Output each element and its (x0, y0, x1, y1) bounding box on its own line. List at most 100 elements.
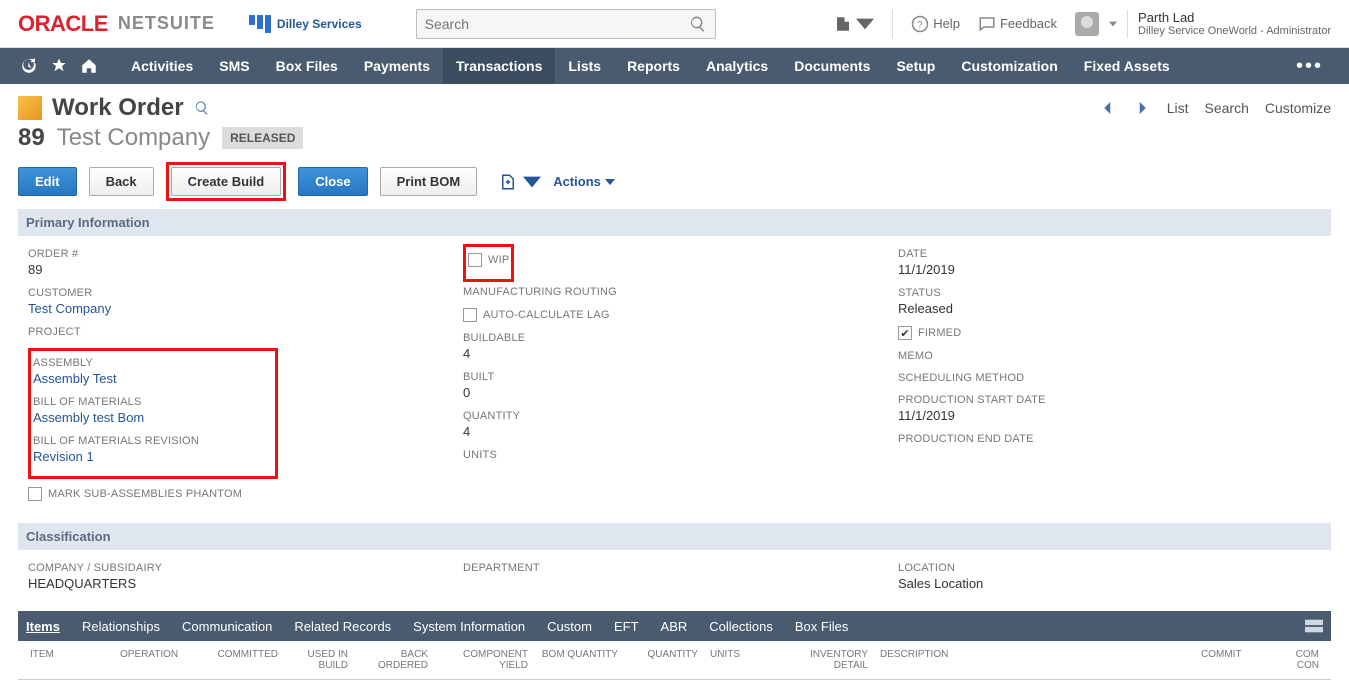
plus-page-icon (499, 173, 517, 191)
label-sched: SCHEDULING METHOD (898, 372, 1321, 384)
checkbox-phantom[interactable] (28, 487, 42, 501)
tab-items[interactable]: Items (26, 619, 60, 634)
label-assembly: ASSEMBLY (33, 357, 273, 369)
nav-reports[interactable]: Reports (614, 48, 693, 84)
nav-boxfiles[interactable]: Box Files (263, 48, 351, 84)
brand-oracle: ORACLE (18, 11, 108, 37)
nav-customization[interactable]: Customization (948, 48, 1070, 84)
label-autolag: AUTO-CALCULATE LAG (483, 309, 610, 321)
caret-down-icon (523, 173, 541, 191)
plus-page-icon (834, 15, 852, 33)
checkbox-firmed[interactable]: ✔ (898, 326, 912, 340)
nav-transactions[interactable]: Transactions (443, 48, 555, 84)
label-firmed: FIRMED (918, 327, 961, 339)
th-committed: COMMITTED (204, 649, 284, 671)
th-com-con: COM CON (1275, 649, 1325, 671)
label-buildable: BUILDABLE (463, 332, 886, 344)
label-units: UNITS (463, 449, 886, 461)
tab-system-info[interactable]: System Information (413, 619, 525, 634)
value-assembly[interactable]: Assembly Test (33, 371, 117, 386)
value-quantity: 4 (463, 424, 886, 439)
value-buildable: 4 (463, 346, 886, 361)
create-build-button[interactable]: Create Build (171, 167, 282, 196)
user-name: Parth Lad (1138, 10, 1331, 25)
actions-menu[interactable]: Actions (553, 174, 615, 189)
label-memo: MEMO (898, 350, 1321, 362)
subtabs: Items Relationships Communication Relate… (18, 611, 1331, 641)
org-logo-icon (249, 15, 271, 33)
th-used-in-build: USED IN BUILD (284, 649, 354, 671)
nav-activities[interactable]: Activities (118, 48, 206, 84)
tab-custom[interactable]: Custom (547, 619, 592, 634)
section-primary-info: Primary Information (18, 209, 1331, 236)
status-badge: RELEASED (222, 127, 303, 149)
th-inventory-detail: INVENTORY DETAIL (774, 649, 874, 671)
label-department: DEPARTMENT (463, 562, 886, 574)
label-wip: WIP (488, 254, 509, 266)
feedback-label: Feedback (1000, 16, 1057, 31)
tab-boxfiles[interactable]: Box Files (795, 619, 848, 634)
checkbox-wip[interactable] (468, 253, 482, 267)
global-search[interactable] (416, 9, 716, 39)
help-link[interactable]: ? Help (911, 15, 960, 33)
separator (892, 10, 893, 38)
label-pend: PRODUCTION END DATE (898, 433, 1321, 445)
feedback-icon (978, 15, 996, 33)
arrow-left-icon[interactable] (1099, 99, 1117, 117)
tab-collections[interactable]: Collections (709, 619, 773, 634)
label-company: COMPANY / SUBSIDAIRY (28, 562, 451, 574)
nav-fixedassets[interactable]: Fixed Assets (1071, 48, 1183, 84)
tab-abr[interactable]: ABR (661, 619, 688, 634)
nav-favorite[interactable] (44, 48, 74, 84)
nav-sms[interactable]: SMS (206, 48, 262, 84)
th-operation: OPERATION (114, 649, 204, 671)
value-built: 0 (463, 385, 886, 400)
tab-relationships[interactable]: Relationships (82, 619, 160, 634)
more-actions[interactable] (499, 173, 541, 191)
value-bom[interactable]: Assembly test Bom (33, 410, 144, 425)
customize-link[interactable]: Customize (1265, 100, 1331, 116)
create-new[interactable] (834, 15, 874, 33)
nav-setup[interactable]: Setup (883, 48, 948, 84)
nav-home[interactable] (74, 48, 104, 84)
org-switcher[interactable]: Dilley Services (249, 15, 362, 33)
label-bom: BILL OF MATERIALS (33, 396, 273, 408)
brand-netsuite: NETSUITE (118, 13, 215, 34)
main-nav: Activities SMS Box Files Payments Transa… (0, 48, 1349, 84)
nav-analytics[interactable]: Analytics (693, 48, 781, 84)
print-bom-button[interactable]: Print BOM (380, 167, 478, 196)
nav-documents[interactable]: Documents (781, 48, 883, 84)
list-link[interactable]: List (1167, 100, 1189, 116)
th-description: DESCRIPTION (874, 649, 1195, 671)
value-bomrev[interactable]: Revision 1 (33, 449, 94, 464)
tab-view-toggle[interactable] (1305, 619, 1323, 633)
tab-related-records[interactable]: Related Records (294, 619, 391, 634)
feedback-link[interactable]: Feedback (978, 15, 1057, 33)
nav-history[interactable] (14, 48, 44, 84)
back-button[interactable]: Back (89, 167, 154, 196)
arrow-right-icon[interactable] (1133, 99, 1151, 117)
checkbox-autolag[interactable] (463, 308, 477, 322)
label-built: BUILT (463, 371, 886, 383)
th-bom-quantity: BOM QUANTITY (534, 649, 624, 671)
search-icon[interactable] (194, 100, 210, 116)
nav-overflow[interactable]: ••• (1284, 55, 1335, 78)
edit-button[interactable]: Edit (18, 167, 77, 196)
th-quantity: QUANTITY (624, 649, 704, 671)
label-customer: CUSTOMER (28, 287, 451, 299)
tab-eft[interactable]: EFT (614, 619, 639, 634)
nav-payments[interactable]: Payments (351, 48, 443, 84)
search-input[interactable] (425, 16, 689, 32)
record-customer: Test Company (57, 124, 210, 152)
nav-lists[interactable]: Lists (555, 48, 614, 84)
search-icon (689, 15, 707, 33)
close-button[interactable]: Close (298, 167, 367, 196)
search-link[interactable]: Search (1205, 100, 1249, 116)
value-customer[interactable]: Test Company (28, 301, 111, 316)
user-menu[interactable]: Parth Lad Dilley Service OneWorld - Admi… (1075, 10, 1331, 38)
help-label: Help (933, 16, 960, 31)
label-status: STATUS (898, 287, 1321, 299)
value-pstart: 11/1/2019 (898, 408, 1321, 423)
tab-communication[interactable]: Communication (182, 619, 272, 634)
value-company: HEADQUARTERS (28, 576, 451, 591)
